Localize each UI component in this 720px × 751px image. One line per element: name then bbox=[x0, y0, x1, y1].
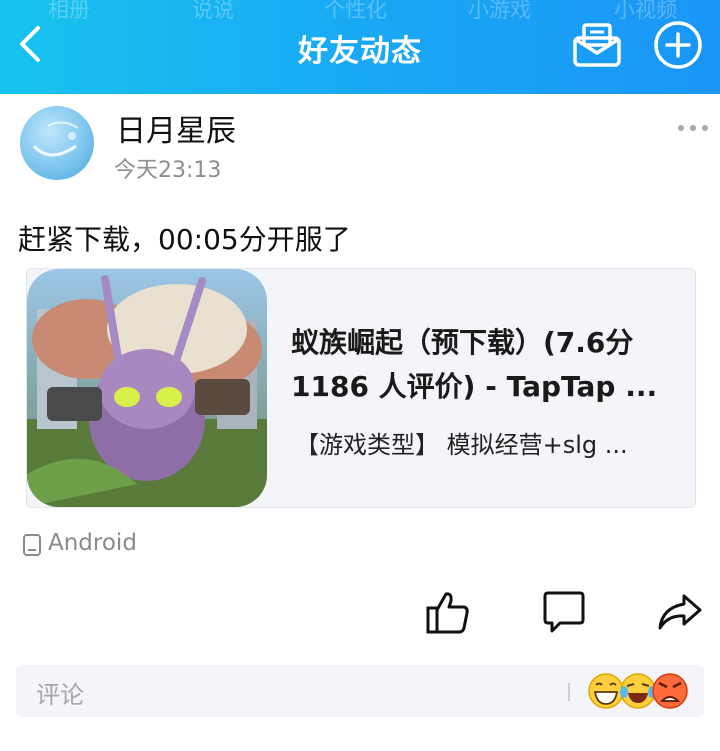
ghost-tab-personalize: 个性化 bbox=[324, 0, 387, 22]
background-tab-strip: 相册 说说 个性化 小游戏 小视频 bbox=[0, 0, 720, 24]
plus-circle-icon bbox=[654, 21, 702, 69]
like-button[interactable] bbox=[424, 588, 472, 636]
game-thumbnail bbox=[27, 269, 267, 507]
ghost-tab-album: 相册 bbox=[48, 0, 90, 22]
link-card-title-line-1: 蚁族崛起（预下载）(7.6分 bbox=[291, 326, 634, 359]
more-options-button[interactable] bbox=[676, 118, 710, 138]
link-card-title: 蚁族崛起（预下载）(7.6分 1186 人评价) - TapTap ... bbox=[291, 321, 677, 409]
post-content: 赶紧下载，00:05分开服了 bbox=[18, 223, 351, 256]
comment-icon bbox=[543, 591, 585, 633]
comment-bar-divider bbox=[568, 683, 570, 701]
share-button[interactable] bbox=[656, 588, 704, 636]
comment-button[interactable] bbox=[540, 588, 588, 636]
comment-input[interactable]: 评论 bbox=[36, 675, 84, 710]
ghost-tab-mini-games: 小游戏 bbox=[468, 0, 531, 22]
thumbs-up-icon bbox=[426, 592, 469, 634]
more-dots-icon bbox=[678, 125, 708, 131]
create-post-button[interactable] bbox=[653, 20, 703, 70]
link-card-description: 【游戏类型】 模拟经营+slg ... bbox=[295, 431, 628, 459]
avatar-image bbox=[32, 121, 79, 157]
comment-bar: 评论 bbox=[16, 665, 704, 717]
post-author-name[interactable]: 日月星辰 bbox=[116, 106, 236, 150]
link-card-title-line-2: 1186 人评价) - TapTap ... bbox=[291, 370, 658, 403]
ghost-tab-posts: 说说 bbox=[192, 0, 234, 22]
emoji-angry-button[interactable] bbox=[650, 671, 690, 711]
avatar[interactable] bbox=[20, 106, 94, 180]
phone-icon bbox=[23, 534, 41, 556]
device-label: Android bbox=[48, 530, 137, 556]
messages-button[interactable] bbox=[572, 22, 622, 68]
angry-emoji-icon bbox=[652, 673, 688, 709]
shared-link-card[interactable]: 蚁族崛起（预下载）(7.6分 1186 人评价) - TapTap ... 【游… bbox=[26, 268, 696, 508]
top-navigation-bar: 相册 说说 个性化 小游戏 小视频 好友动态 bbox=[0, 0, 720, 94]
mail-icon bbox=[573, 23, 621, 67]
post-timestamp: 今天23:13 bbox=[114, 158, 222, 183]
share-icon bbox=[658, 594, 702, 630]
